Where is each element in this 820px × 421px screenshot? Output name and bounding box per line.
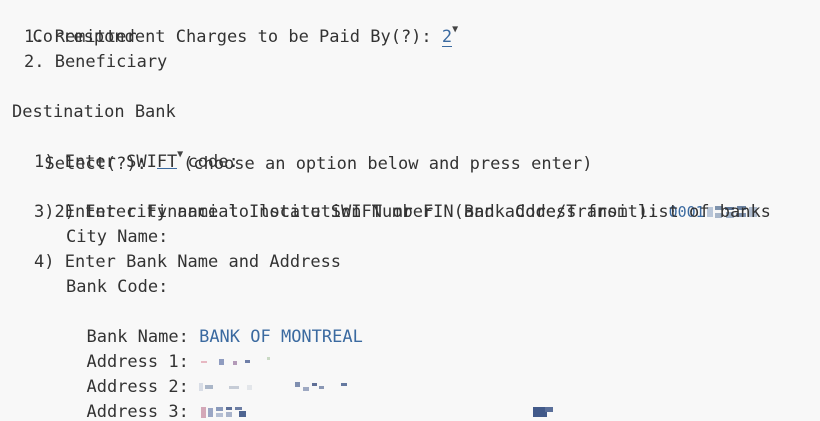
redacted-address-3 xyxy=(199,404,569,420)
address-3-label: Address 3: xyxy=(86,402,200,421)
charges-row: Correspondent Charges to be Paid By(?): … xyxy=(12,0,458,47)
select-hint: (choose an option below and press enter) xyxy=(183,154,593,174)
option-city: 3) Enter city name to locate SWIFT or FI… xyxy=(34,202,771,222)
select-row: Select(?): ▼(choose an option below and … xyxy=(24,125,592,175)
option-bank-name-address: 4) Enter Bank Name and Address xyxy=(34,252,342,272)
charges-select[interactable]: 2 xyxy=(441,27,453,47)
option-swift: 1) Enter SWIFT code: xyxy=(34,152,239,172)
address-3-row: Address 3: xyxy=(66,375,569,421)
option-fin-row: 2) Enter Financial Institution Number (B… xyxy=(34,175,763,222)
destination-bank-heading: Destination Bank xyxy=(12,102,176,122)
bank-code-label: Bank Code: xyxy=(66,277,169,297)
city-name-label: City Name: xyxy=(66,227,169,247)
charges-select-value[interactable]: 2 xyxy=(442,27,452,47)
address-2-row: Address 2: xyxy=(66,350,379,397)
address-1-row: Address 1: xyxy=(66,325,299,372)
bank-name-row: Bank Name: BANK OF MONTREAL xyxy=(66,300,362,347)
charges-option-remitter: 1. Remitter xyxy=(24,27,137,47)
triangle-down-icon[interactable]: ▼ xyxy=(452,25,458,35)
charges-option-beneficiary: 2. Beneficiary xyxy=(24,52,168,72)
